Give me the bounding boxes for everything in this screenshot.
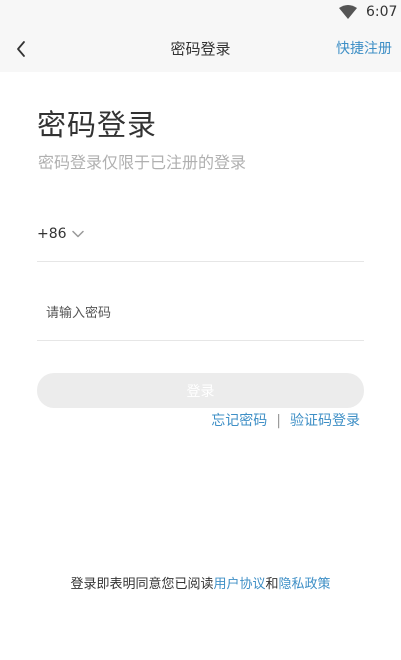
password-divider (37, 340, 364, 341)
password-input[interactable] (37, 298, 366, 328)
agreement-conjunction: 和 (265, 577, 279, 592)
agreement-prefix: 登录即表明同意您已阅读 (70, 577, 214, 592)
wifi-icon (339, 5, 357, 19)
status-bar: 6:07 (0, 0, 401, 26)
user-agreement-link[interactable]: 用户协议 (213, 577, 265, 592)
status-time: 6:07 (366, 4, 398, 20)
privacy-policy-link[interactable]: 隐私政策 (279, 577, 331, 592)
country-code-selector[interactable]: +86 (37, 224, 84, 244)
quick-register-link[interactable]: 快捷注册 (336, 39, 392, 59)
phone-input[interactable] (100, 218, 368, 252)
agreement-text: 登录即表明同意您已阅读用户协议和隐私政策 (0, 576, 401, 594)
forgot-password-link[interactable]: 忘记密码 (211, 411, 267, 431)
phone-divider (37, 261, 364, 262)
link-separator: | (276, 413, 281, 429)
login-button[interactable]: 登录 (37, 373, 364, 408)
nav-bar: 密码登录 快捷注册 (0, 26, 401, 72)
page-title: 密码登录 (37, 108, 158, 142)
chevron-down-icon (71, 230, 84, 238)
login-links: 忘记密码 | 验证码登录 (211, 411, 360, 431)
country-code-label: +86 (37, 226, 67, 242)
sms-login-link[interactable]: 验证码登录 (290, 411, 360, 431)
page-subtitle: 密码登录仅限于已注册的登录 (38, 153, 247, 172)
